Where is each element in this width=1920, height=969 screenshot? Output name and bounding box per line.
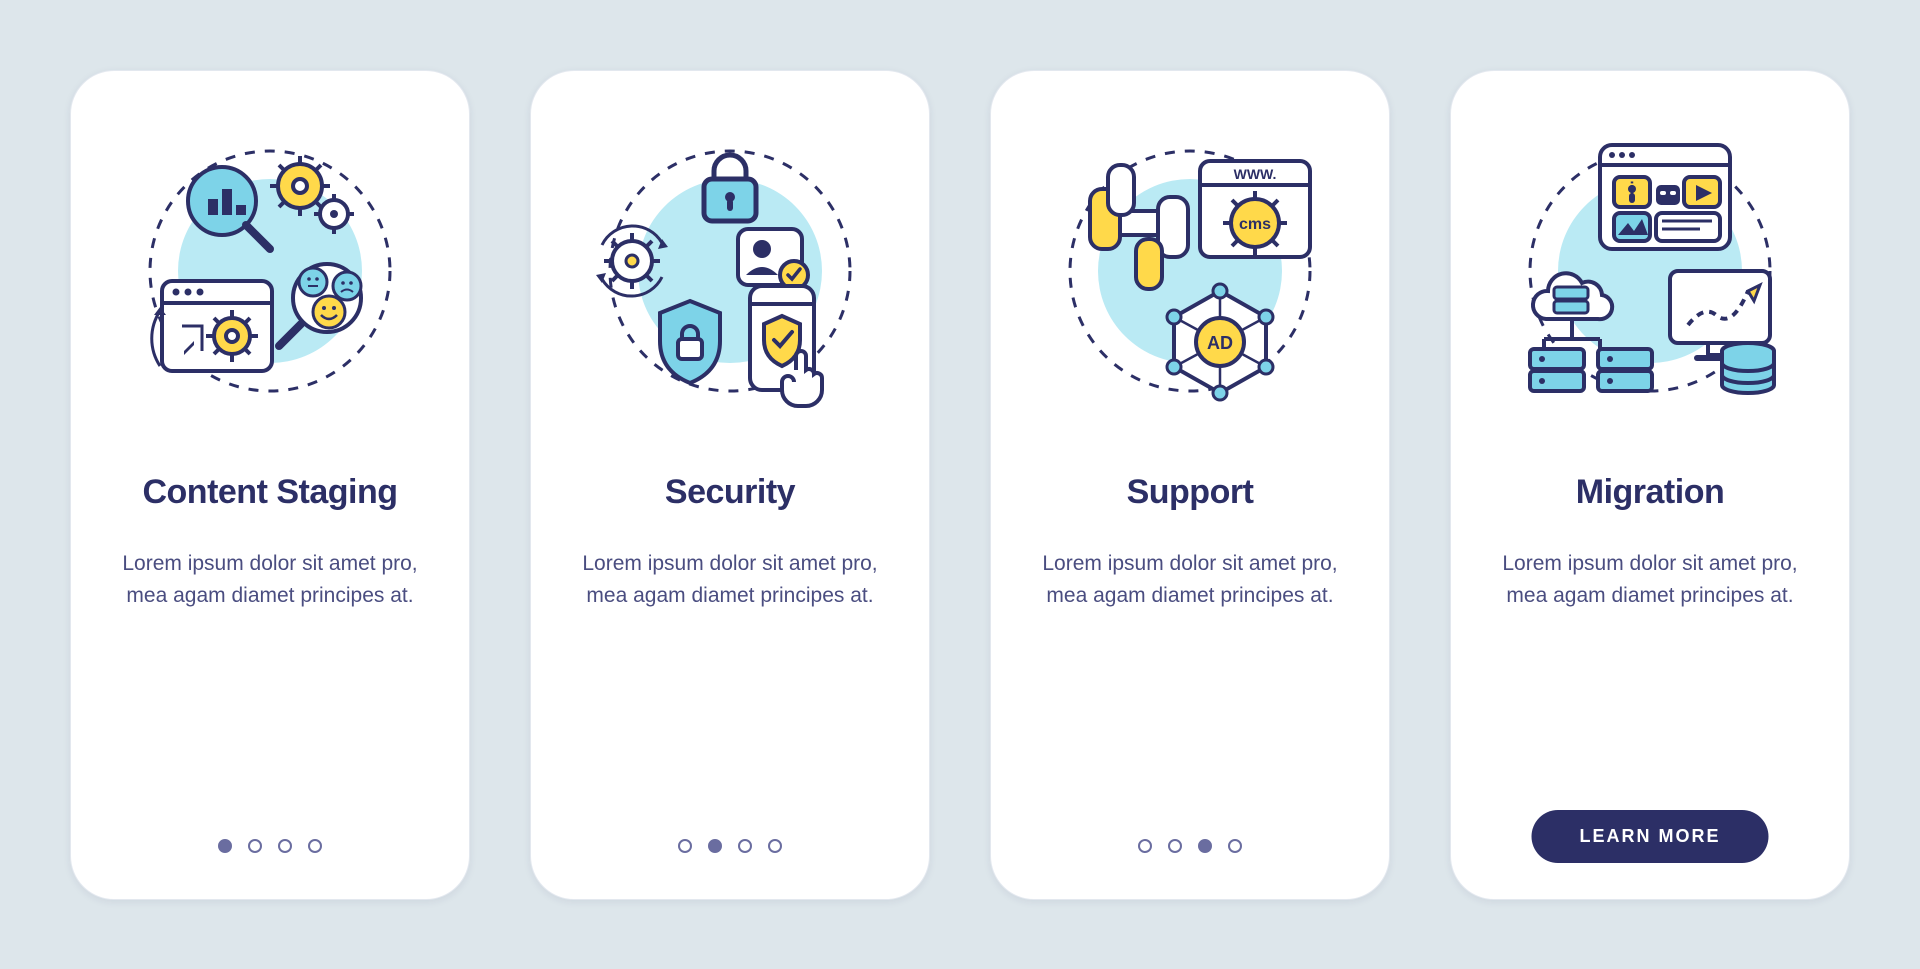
dot-2[interactable] (248, 839, 262, 853)
dot-1[interactable] (1138, 839, 1152, 853)
user-check-icon (738, 229, 808, 289)
card-description: Lorem ipsum dolor sit amet pro, mea agam… (1031, 548, 1349, 613)
card-title: Content Staging (142, 473, 397, 512)
card-description: Lorem ipsum dolor sit amet pro, mea agam… (1491, 548, 1809, 613)
card-security: Security Lorem ipsum dolor sit amet pro,… (530, 70, 930, 900)
card-content-staging: Content Staging Lorem ipsum dolor sit am… (70, 70, 470, 900)
info-icon-label: i (1629, 179, 1634, 199)
cms-label: cms (1239, 216, 1271, 233)
dot-4[interactable] (308, 839, 322, 853)
www-label: WWW. (1234, 166, 1277, 182)
card-title: Migration (1576, 473, 1724, 512)
card-support: WWW. cms (990, 70, 1390, 900)
onboarding-stage: Content Staging Lorem ipsum dolor sit am… (0, 0, 1920, 969)
gear-refresh-icon (596, 225, 668, 295)
shield-lock-icon (660, 301, 720, 383)
server-icon (1598, 349, 1652, 391)
dot-2[interactable] (1168, 839, 1182, 853)
illustration-content-staging (130, 131, 410, 411)
padlock-icon (704, 155, 756, 221)
card-title: Support (1127, 473, 1254, 512)
pagination-dots (991, 839, 1389, 853)
dot-1[interactable] (218, 839, 232, 853)
card-description: Lorem ipsum dolor sit amet pro, mea agam… (571, 548, 889, 613)
pagination-dots (531, 839, 929, 853)
learn-more-button[interactable]: LEARN MORE (1532, 810, 1769, 863)
media-window-icon: i (1600, 145, 1730, 249)
dot-1[interactable] (678, 839, 692, 853)
dot-3[interactable] (278, 839, 292, 853)
dot-3[interactable] (738, 839, 752, 853)
card-description: Lorem ipsum dolor sit amet pro, mea agam… (111, 548, 429, 613)
pagination-dots (71, 839, 469, 853)
card-title: Security (665, 473, 795, 512)
phone-shield-icon (750, 286, 822, 406)
ad-label: AD (1207, 333, 1233, 353)
cms-window-icon: WWW. cms (1200, 161, 1310, 257)
dot-4[interactable] (768, 839, 782, 853)
illustration-security (590, 131, 870, 411)
card-migration: i (1450, 70, 1850, 900)
dot-3[interactable] (1198, 839, 1212, 853)
database-icon (1722, 343, 1774, 393)
dot-4[interactable] (1228, 839, 1242, 853)
illustration-migration: i (1510, 131, 1790, 411)
illustration-support: WWW. cms (1050, 131, 1330, 411)
server-icon (1530, 349, 1584, 391)
dot-2[interactable] (708, 839, 722, 853)
